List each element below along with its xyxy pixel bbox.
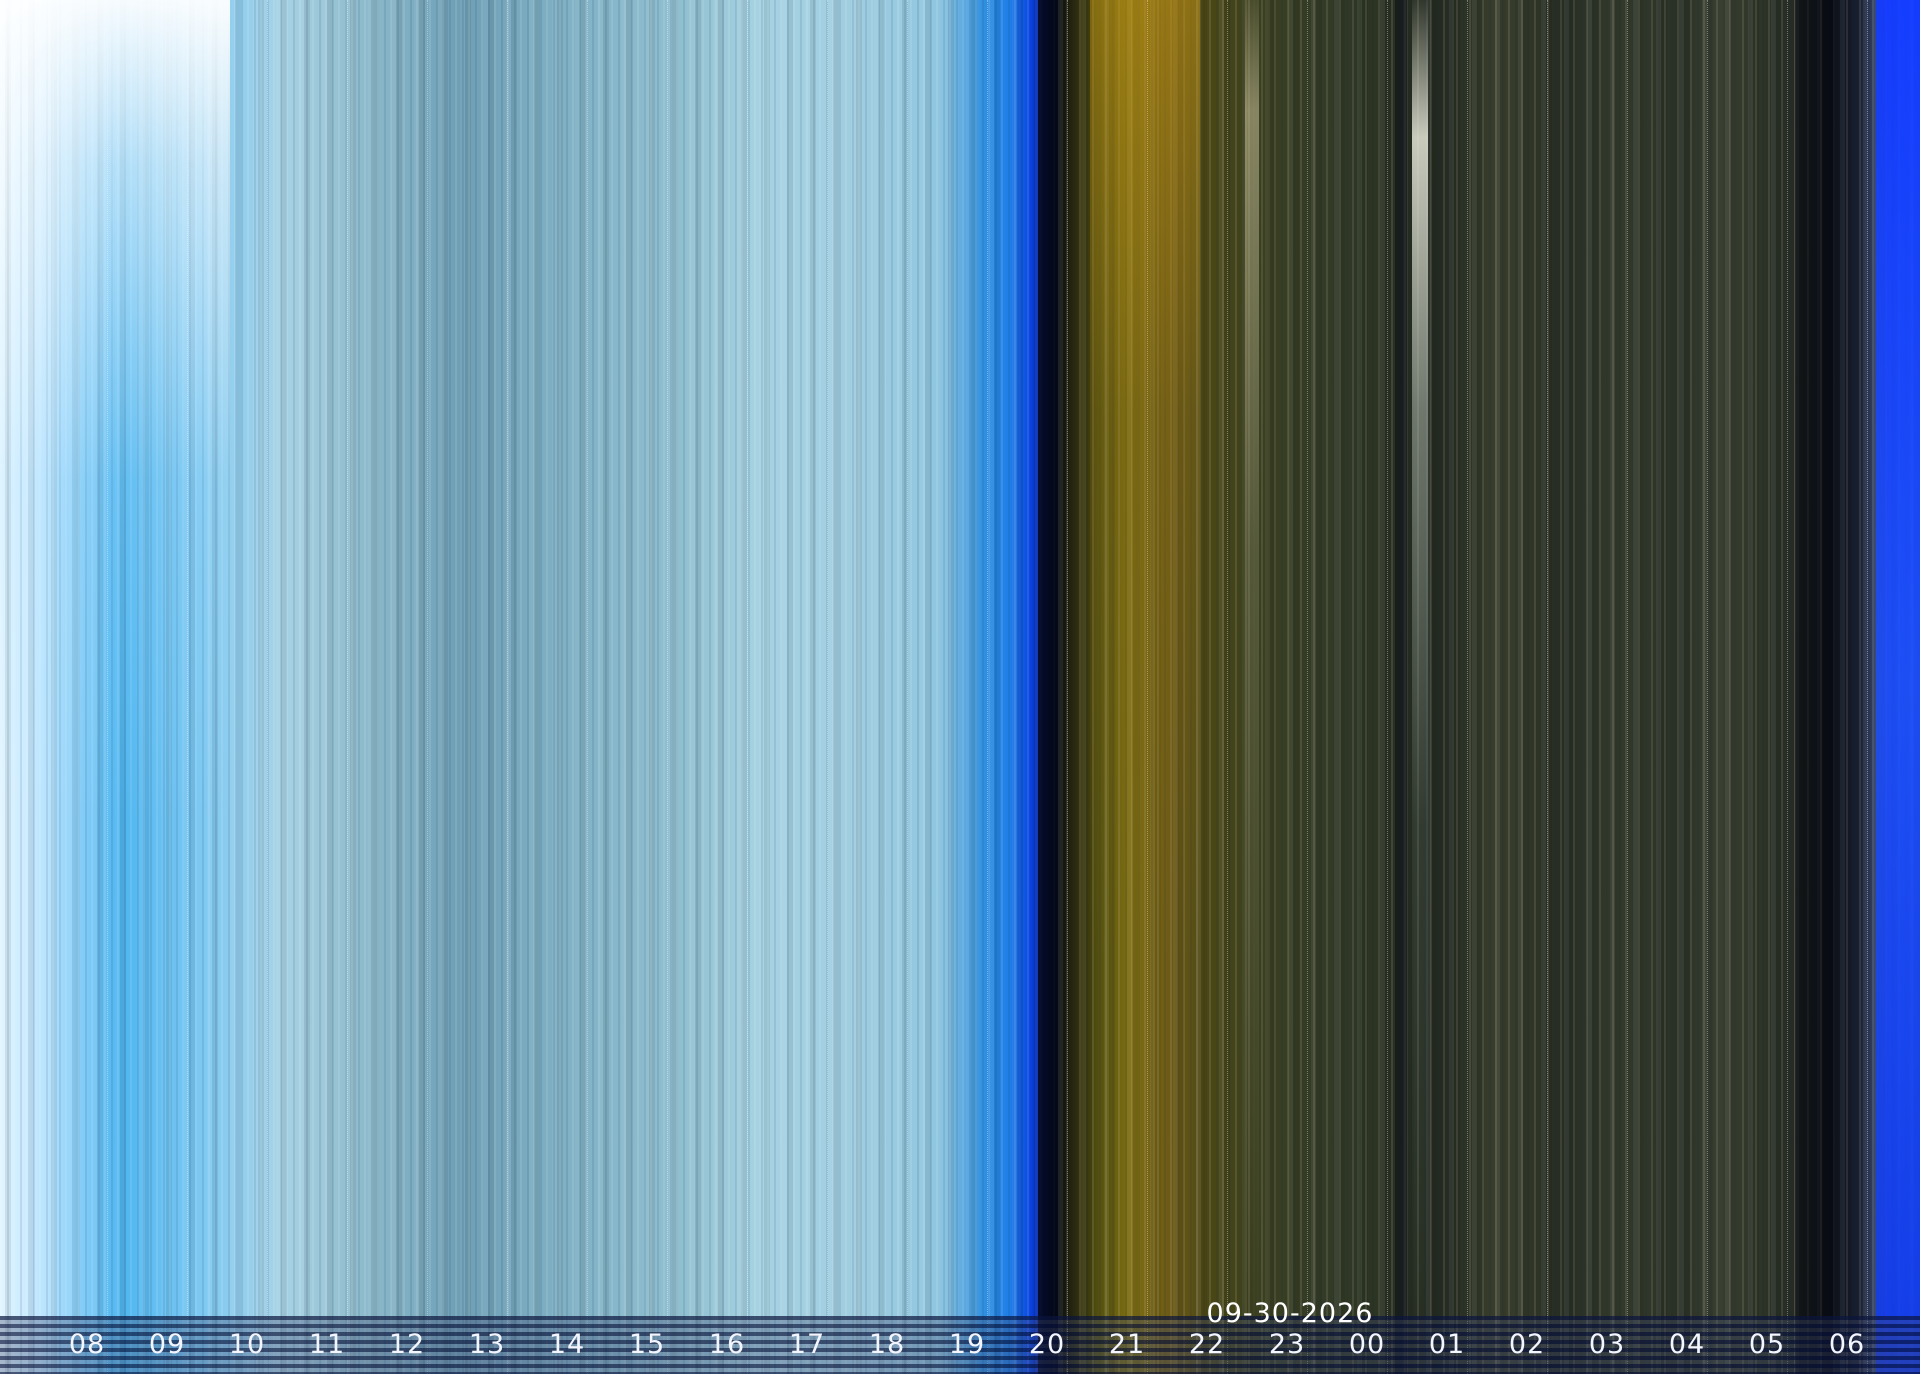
hour-label: 13 — [468, 1329, 506, 1360]
gridline — [1307, 0, 1308, 1374]
gridline — [107, 0, 108, 1374]
gridline — [427, 0, 428, 1374]
hour-axis: 08 09 10 11 12 13 14 15 16 17 18 19 20 2… — [0, 1325, 1920, 1365]
hour-label: 18 — [868, 1329, 906, 1360]
night-dark-band-2 — [1795, 0, 1835, 1374]
gridline — [1147, 0, 1148, 1374]
hour-label: 08 — [68, 1329, 106, 1360]
hour-label: 03 — [1588, 1329, 1626, 1360]
gridline — [1787, 0, 1788, 1374]
gridline — [1867, 0, 1868, 1374]
gridline — [187, 0, 188, 1374]
hour-label: 21 — [1108, 1329, 1146, 1360]
gridline — [347, 0, 348, 1374]
gridline — [1707, 0, 1708, 1374]
night-streak-2 — [1412, 0, 1428, 1374]
hour-label: 04 — [1668, 1329, 1706, 1360]
hour-label: 14 — [548, 1329, 586, 1360]
keogram-image: 09-30-2026 08 09 10 11 12 13 14 15 16 17… — [0, 0, 1920, 1374]
twilight-glow — [1090, 0, 1200, 1374]
hour-label: 06 — [1828, 1329, 1866, 1360]
gridline — [1387, 0, 1388, 1374]
gridline — [987, 0, 988, 1374]
hour-label: 15 — [628, 1329, 666, 1360]
hour-label: 05 — [1748, 1329, 1786, 1360]
hour-label: 12 — [388, 1329, 426, 1360]
hour-label: 20 — [1028, 1329, 1066, 1360]
gridline — [827, 0, 828, 1374]
hour-gridlines — [0, 0, 1920, 1374]
gridline — [507, 0, 508, 1374]
dawn-blue-band — [1876, 0, 1920, 1374]
night-streak-1 — [1245, 0, 1259, 1374]
hour-label: 22 — [1188, 1329, 1226, 1360]
gridline — [267, 0, 268, 1374]
gridline — [1467, 0, 1468, 1374]
hour-label: 01 — [1428, 1329, 1466, 1360]
gridline — [907, 0, 908, 1374]
gridline — [667, 0, 668, 1374]
hour-label: 09 — [148, 1329, 186, 1360]
hour-label: 19 — [948, 1329, 986, 1360]
brightness-highlights — [0, 0, 1920, 1374]
hour-label: 16 — [708, 1329, 746, 1360]
gridline — [1627, 0, 1628, 1374]
gridline — [1227, 0, 1228, 1374]
sky-streak-texture — [0, 0, 1920, 1374]
gridline — [1067, 0, 1068, 1374]
hour-label: 23 — [1268, 1329, 1306, 1360]
hour-label: 00 — [1348, 1329, 1386, 1360]
gridline — [587, 0, 588, 1374]
dusk-band — [1038, 0, 1058, 1374]
morning-glow — [0, 0, 230, 1374]
gridline — [1547, 0, 1548, 1374]
gridline — [747, 0, 748, 1374]
night-dark-band-1 — [1395, 0, 1407, 1374]
hour-label: 11 — [308, 1329, 346, 1360]
hour-label: 17 — [788, 1329, 826, 1360]
hour-label: 02 — [1508, 1329, 1546, 1360]
hour-label: 10 — [228, 1329, 266, 1360]
